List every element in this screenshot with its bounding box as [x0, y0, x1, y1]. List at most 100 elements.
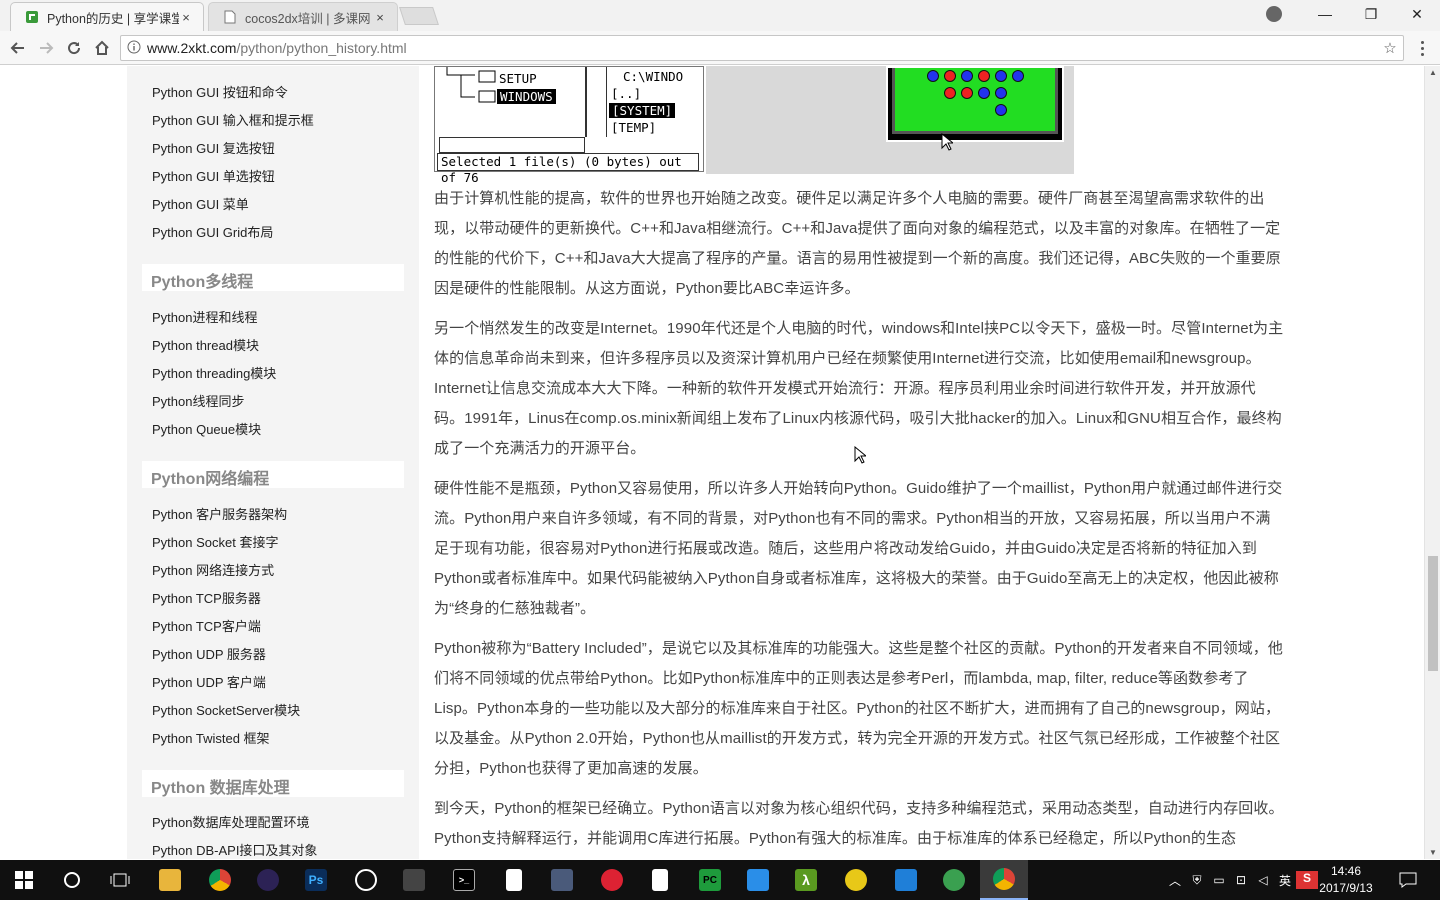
- url-host: www.2xkt.com: [147, 40, 237, 56]
- close-window-button[interactable]: ✕: [1394, 6, 1440, 23]
- sidebar-item[interactable]: Python threading模块: [152, 363, 276, 382]
- page-scrollbar[interactable]: ▲ ▼: [1424, 66, 1440, 859]
- action-center-button[interactable]: [1386, 860, 1430, 900]
- article-paragraph: 硬件性能不是瓶颈，Python又容易使用，所以许多人开始转向Python。Gui…: [434, 480, 1283, 617]
- photo-viewer-icon: [747, 869, 769, 891]
- network-icon[interactable]: ⊡: [1230, 873, 1252, 887]
- sidebar-item[interactable]: Python DB-API接口及其对象: [152, 840, 317, 859]
- sidebar-item[interactable]: Python Twisted 框架: [152, 728, 270, 747]
- sidebar-item[interactable]: Python TCP客户端: [152, 616, 261, 635]
- battery-icon[interactable]: ▭: [1208, 873, 1230, 887]
- back-icon[interactable]: [6, 36, 30, 60]
- taskbar-app-file-explorer[interactable]: [146, 860, 194, 900]
- taskbar-app-grid[interactable]: [538, 860, 586, 900]
- url-text[interactable]: www.2xkt.com/python/python_history.html: [147, 40, 1377, 56]
- site-favicon-icon: [25, 10, 39, 24]
- taskbar-app-chrome[interactable]: [196, 860, 244, 900]
- sidebar-item[interactable]: Python 网络连接方式: [152, 560, 274, 579]
- sidebar-item[interactable]: Python GUI Grid布局: [152, 222, 273, 241]
- start-button[interactable]: [0, 860, 48, 900]
- sidebar-item[interactable]: Python UDP 客户端: [152, 672, 266, 691]
- sidebar-nav: Python GUI 按钮和命令 Python GUI 输入框和提示框 Pyth…: [127, 66, 419, 859]
- tab-close-icon[interactable]: ×: [373, 10, 387, 25]
- eclipse-icon: [257, 869, 279, 891]
- taskbar-clock[interactable]: 14:46 2017/9/13: [1310, 863, 1382, 897]
- scrollbar-thumb[interactable]: [1428, 556, 1438, 671]
- ime-indicator[interactable]: 英: [1274, 872, 1296, 889]
- taskbar-app-tool[interactable]: [390, 860, 438, 900]
- scroll-down-icon[interactable]: ▼: [1425, 848, 1440, 857]
- reload-icon[interactable]: [62, 36, 86, 60]
- sidebar-item[interactable]: Python thread模块: [152, 335, 259, 354]
- sidebar-item[interactable]: Python GUI 按钮和命令: [152, 82, 288, 101]
- tab-strip: Python的历史 | 享学课堂 × cocos2dx培训 | 多课网 × — …: [0, 0, 1440, 31]
- taskbar-app-chrome-active[interactable]: [980, 860, 1028, 900]
- app-icon: [895, 869, 917, 891]
- forward-icon[interactable]: [34, 36, 58, 60]
- pycharm-icon: PC: [699, 869, 721, 891]
- notification-icon: [1399, 872, 1417, 888]
- taskbar-app-snail[interactable]: [588, 860, 636, 900]
- sidebar-item[interactable]: Python GUI 复选按钮: [152, 138, 275, 157]
- taskbar-app-cmd[interactable]: >_: [440, 860, 488, 900]
- chrome-icon: [993, 868, 1015, 890]
- tray-chevron-up-icon[interactable]: ︿: [1164, 872, 1186, 889]
- browser-menu-icon[interactable]: [1412, 36, 1432, 60]
- article-paragraph: 由于计算机性能的提高，软件的世界也开始随之改变。硬件足以满足许多个人电脑的需要。…: [434, 190, 1281, 297]
- sidebar-item[interactable]: Python UDP 服务器: [152, 644, 266, 663]
- tab-title: cocos2dx培训 | 多课网: [245, 11, 371, 26]
- windows-logo-icon: [15, 871, 33, 889]
- snail-icon: [601, 869, 623, 891]
- taskbar-app-file[interactable]: [490, 860, 538, 900]
- taskbar-app-blue[interactable]: [882, 860, 930, 900]
- sidebar-item[interactable]: Python线程同步: [152, 391, 244, 410]
- sidebar-item[interactable]: Python GUI 菜单: [152, 194, 249, 213]
- sidebar-item[interactable]: Python GUI 单选按钮: [152, 166, 275, 185]
- minimize-button[interactable]: —: [1302, 6, 1348, 22]
- task-view-button[interactable]: [96, 860, 144, 900]
- sidebar-item[interactable]: Python GUI 输入框和提示框: [152, 110, 314, 129]
- home-icon[interactable]: [90, 36, 114, 60]
- sidebar-item[interactable]: Python SocketServer模块: [152, 700, 300, 719]
- sidebar-item[interactable]: Python TCP服务器: [152, 588, 261, 607]
- shield-icon[interactable]: ⛨: [1186, 873, 1208, 888]
- taskbar-app-eclipse[interactable]: [244, 860, 292, 900]
- app-icon: [845, 869, 867, 891]
- folder-icon: [159, 869, 181, 891]
- site-info-icon[interactable]: [121, 40, 147, 57]
- sidebar-section-title: Python多线程: [142, 264, 404, 291]
- search-button[interactable]: [48, 860, 96, 900]
- tab-cocos2dx[interactable]: cocos2dx培训 | 多课网 ×: [208, 2, 398, 31]
- mouse-cursor-icon: [941, 133, 953, 151]
- sidebar-item[interactable]: Python Socket 套接字: [152, 532, 278, 551]
- volume-icon[interactable]: ◁: [1252, 873, 1274, 887]
- scroll-up-icon[interactable]: ▲: [1425, 68, 1440, 77]
- browser-toolbar: www.2xkt.com/python/python_history.html …: [0, 31, 1440, 65]
- app-grid-icon: [551, 869, 573, 891]
- sidebar-item[interactable]: Python Queue模块: [152, 419, 261, 438]
- taskbar-app-green[interactable]: [930, 860, 978, 900]
- maximize-button[interactable]: ❐: [1348, 6, 1394, 23]
- taskbar-app-photo-viewer[interactable]: [734, 860, 782, 900]
- profile-icon[interactable]: [1266, 6, 1282, 22]
- address-bar[interactable]: www.2xkt.com/python/python_history.html …: [120, 35, 1404, 61]
- taskbar-app-round[interactable]: [832, 860, 880, 900]
- new-tab-button[interactable]: [399, 7, 439, 25]
- article-paragraph: Python被称为“Battery Included”，是说它以及其标准库的功能…: [434, 640, 1283, 777]
- taskbar-app-photoshop[interactable]: Ps: [292, 860, 340, 900]
- taskbar-app-file-2[interactable]: [636, 860, 684, 900]
- window-controls: — ❐ ✕: [1302, 0, 1440, 28]
- task-view-icon: [110, 873, 130, 887]
- taskbar-app-pycharm[interactable]: PC: [686, 860, 734, 900]
- taskbar-app-lambda[interactable]: λ: [782, 860, 830, 900]
- tab-python-history[interactable]: Python的历史 | 享学课堂 ×: [10, 2, 204, 31]
- mouse-cursor-icon: [854, 446, 866, 464]
- sidebar-item[interactable]: Python进程和线程: [152, 307, 257, 326]
- app-icon: [943, 869, 965, 891]
- sidebar-item[interactable]: Python 客户服务器架构: [152, 504, 287, 523]
- bookmark-star-icon[interactable]: ☆: [1377, 39, 1403, 57]
- article-paragraph: 到今天，Python的框架已经确立。Python语言以对象为核心组织代码，支持多…: [434, 800, 1284, 847]
- tab-close-icon[interactable]: ×: [179, 10, 193, 25]
- sidebar-item[interactable]: Python数据库处理配置环境: [152, 812, 309, 831]
- taskbar-app-qq[interactable]: [342, 860, 390, 900]
